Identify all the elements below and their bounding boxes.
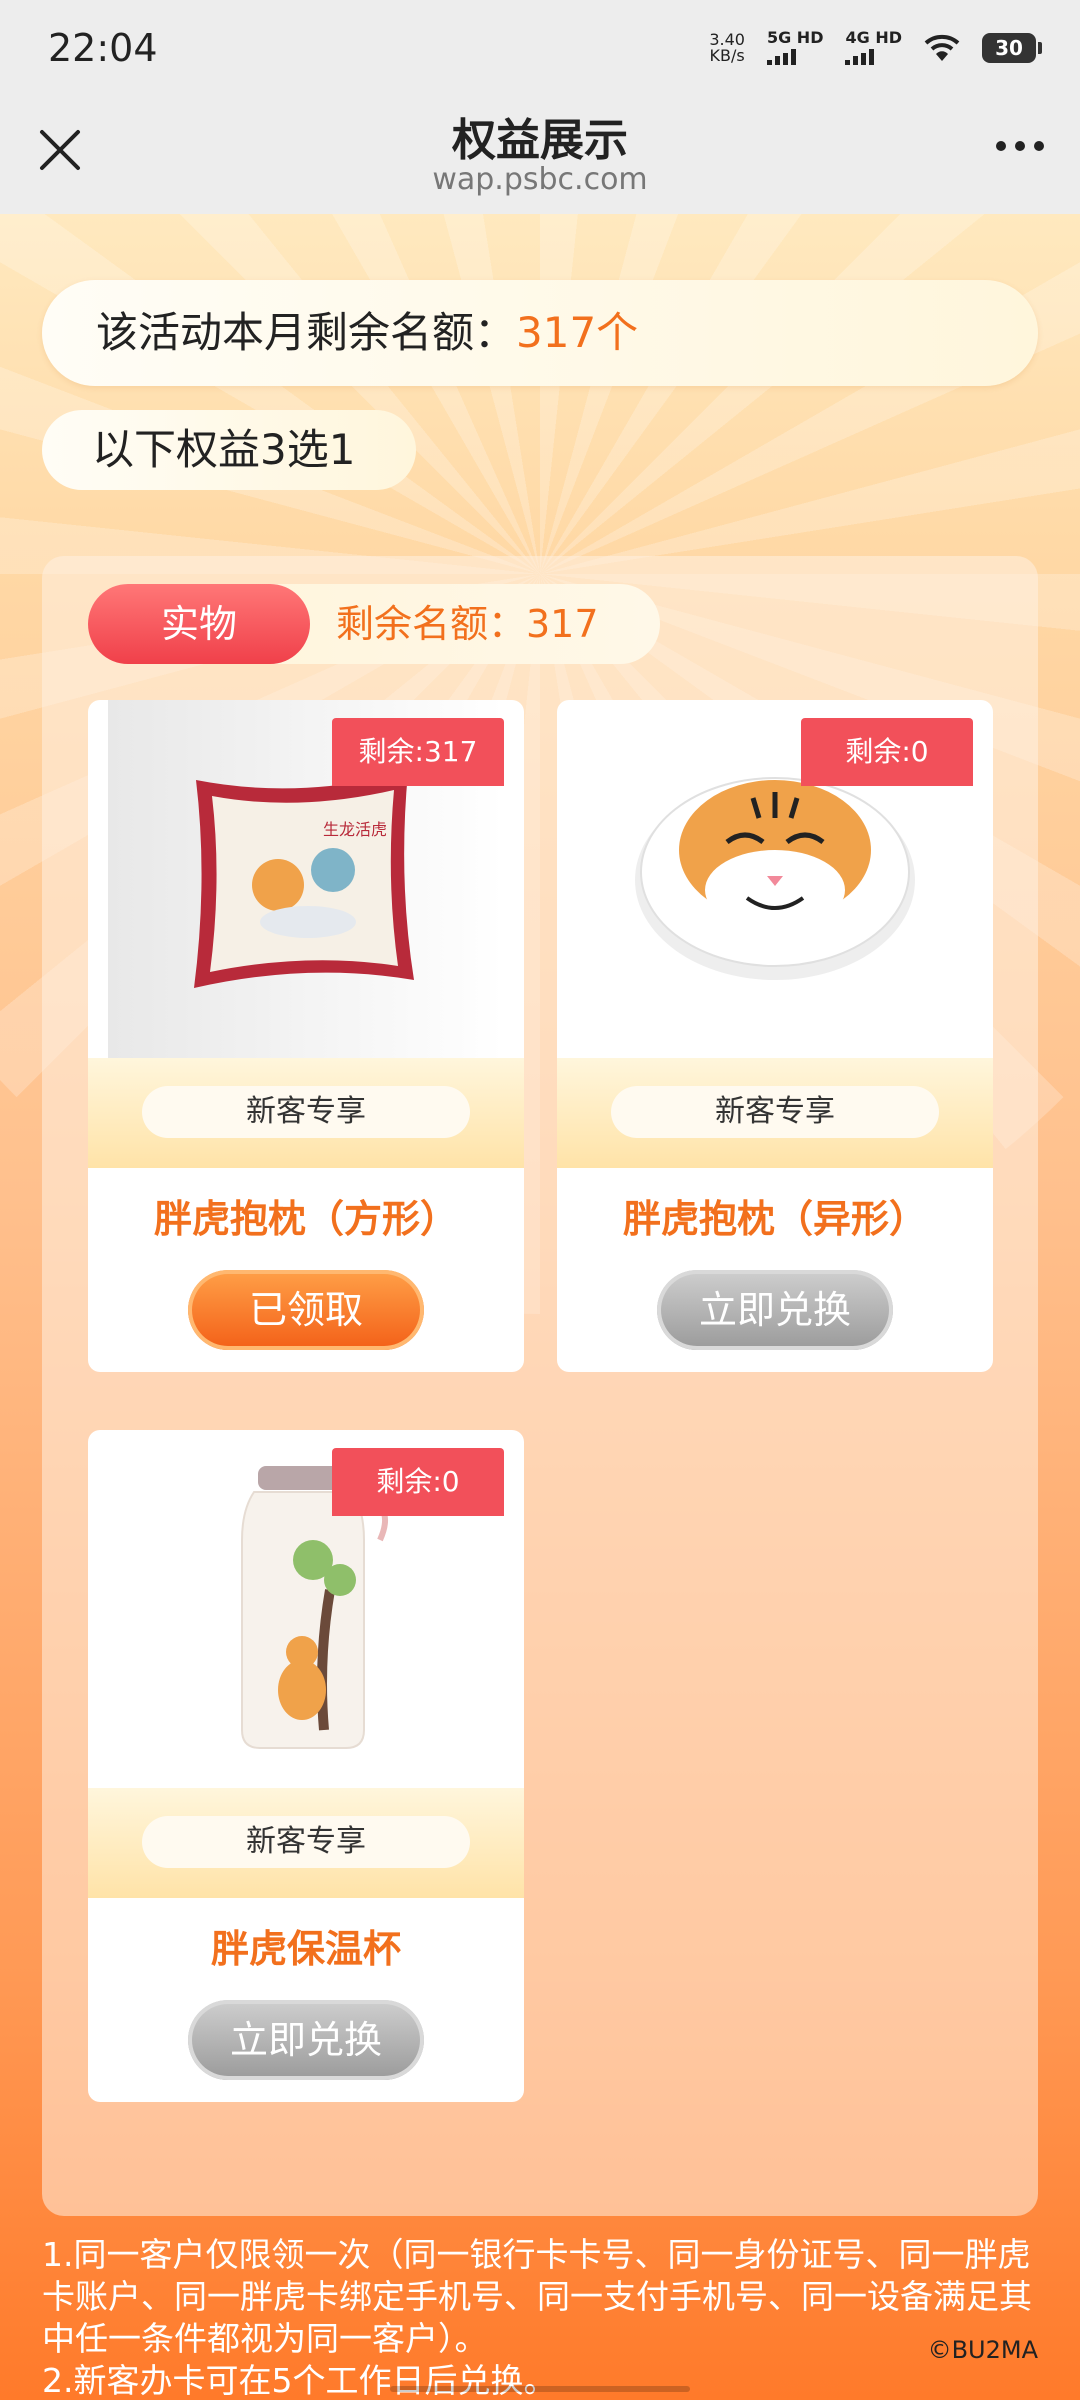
- nav-bar: 权益展示 wap.psbc.com: [0, 96, 1080, 214]
- wifi-icon: [924, 34, 960, 61]
- svg-text:生龙活虎: 生龙活虎: [323, 820, 387, 839]
- product-card-square-pillow[interactable]: 生龙活虎 剩余:317 新客专享 胖虎抱枕（方形） 已领取: [88, 700, 524, 1372]
- battery-icon: 30: [982, 32, 1042, 63]
- product-card-thermos[interactable]: 剩余:0 新客专享 胖虎保温杯 立即兑换: [88, 1430, 524, 2102]
- product-card-shaped-pillow[interactable]: 剩余:0 新客专享 胖虎抱枕（异形） 立即兑换: [557, 700, 993, 1372]
- more-icon[interactable]: [988, 126, 1052, 166]
- new-customer-tag: 新客专享: [142, 1086, 470, 1138]
- signal-4g-icon: 4G HD: [845, 30, 902, 65]
- new-customer-tag: 新客专享: [142, 1816, 470, 1868]
- content-area: 该活动本月剩余名额：317个 以下权益3选1 实物 剩余名额：317 生龙活虎: [0, 214, 1080, 2400]
- home-indicator[interactable]: [390, 2386, 690, 2392]
- redeem-button[interactable]: 立即兑换: [657, 1270, 893, 1350]
- monthly-quota-banner: 该活动本月剩余名额：317个: [42, 280, 1038, 386]
- choose-one-label: 以下权益3选1: [42, 410, 416, 490]
- rule-line-2: 2.新客办卡可在5个工作日后兑换。: [42, 2361, 557, 2400]
- signal-5g-icon: 5G HD: [766, 30, 823, 65]
- rule-line-1: 1.同一客户仅限领一次（同一银行卡卡号、同一身份证号、同一胖虎卡账户、同一胖虎卡…: [42, 2235, 1032, 2358]
- network-speed: 3.40 KB/s: [709, 29, 745, 65]
- tab-remaining-quota: 剩余名额：317: [336, 602, 599, 646]
- remaining-badge: 剩余:317: [332, 718, 504, 786]
- copyright-text: ©BU2MA: [927, 2336, 1038, 2364]
- quota-value: 317个: [516, 308, 639, 357]
- rules-text: 1.同一客户仅限领一次（同一银行卡卡号、同一身份证号、同一胖虎卡账户、同一胖虎卡…: [42, 2234, 1052, 2400]
- page-title: 权益展示: [452, 115, 628, 166]
- product-name: 胖虎抱枕（异形）: [622, 1197, 927, 1241]
- page-url: wap.psbc.com: [432, 162, 648, 197]
- claimed-button[interactable]: 已领取: [188, 1270, 424, 1350]
- remaining-badge: 剩余:0: [801, 718, 973, 786]
- status-bar: 22:04 3.40 KB/s 5G HD 4G HD 30: [0, 0, 1080, 96]
- product-name: 胖虎抱枕（方形）: [153, 1197, 458, 1241]
- redeem-button[interactable]: 立即兑换: [188, 2000, 424, 2080]
- product-name: 胖虎保温杯: [210, 1927, 401, 1971]
- clock: 22:04: [48, 26, 158, 70]
- new-customer-tag: 新客专享: [611, 1086, 939, 1138]
- remaining-badge: 剩余:0: [332, 1448, 504, 1516]
- tab-physical[interactable]: 实物: [88, 584, 310, 664]
- status-icons: 3.40 KB/s 5G HD 4G HD 30: [709, 29, 1042, 65]
